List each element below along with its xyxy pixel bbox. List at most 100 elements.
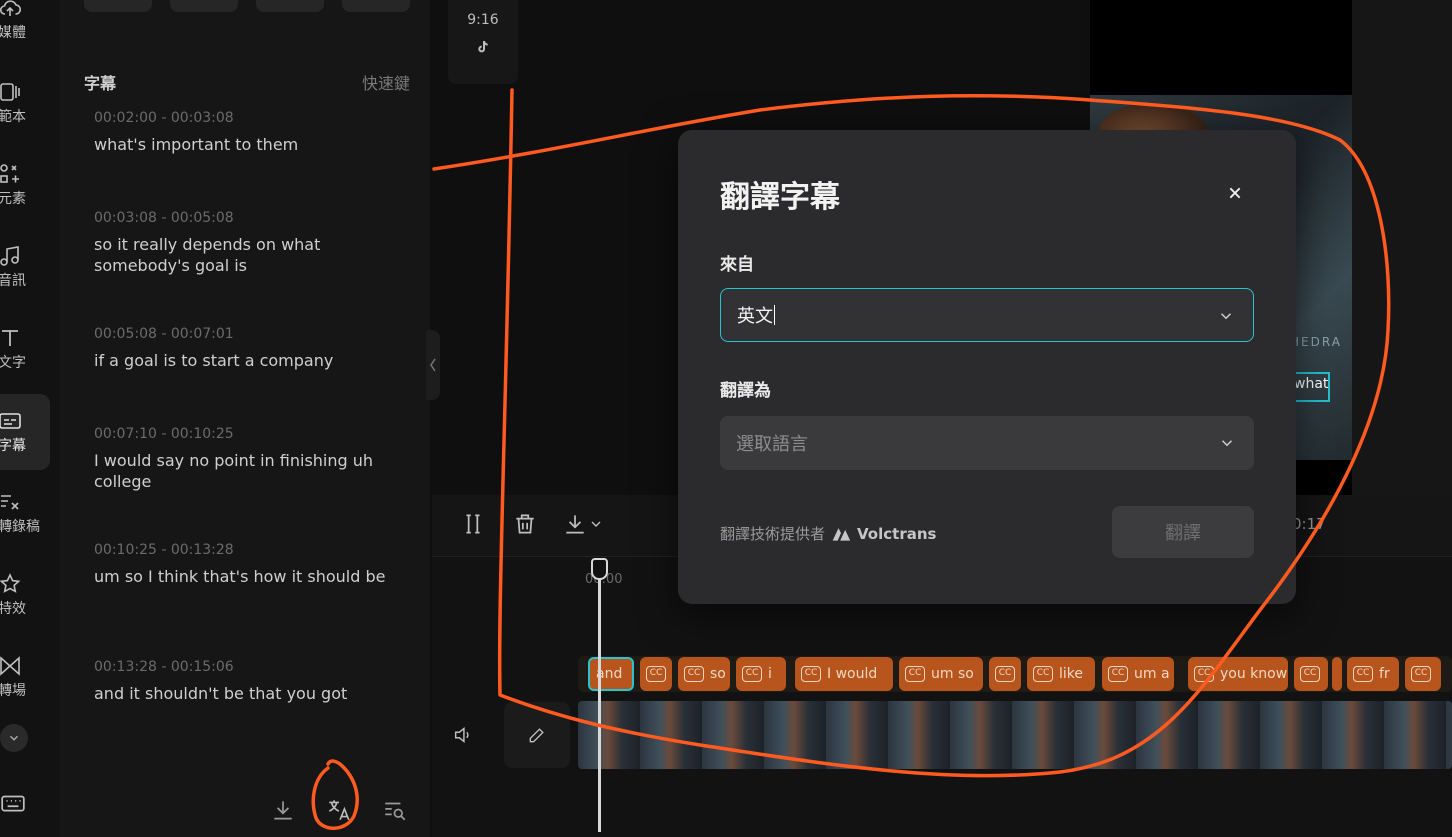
panel-bottom-actions: [270, 797, 408, 823]
rail-label: 字幕: [0, 438, 26, 454]
caption-clip[interactable]: CC I would: [795, 657, 893, 691]
rail-item-captions[interactable]: 字幕: [0, 394, 50, 470]
translate-button[interactable]: 翻譯: [1112, 506, 1254, 558]
caption-text[interactable]: if a goal is to start a company: [94, 350, 414, 371]
caption-item[interactable]: 00:07:10 - 00:10:25 I would say no point…: [94, 426, 414, 492]
template-icon: [0, 83, 20, 101]
caption-text[interactable]: what's important to them: [94, 134, 414, 155]
cc-icon: CC: [1300, 666, 1320, 682]
rail-item-text[interactable]: 文字: [0, 318, 50, 380]
panel-top-button[interactable]: [342, 0, 410, 12]
panel-top-button[interactable]: [84, 0, 152, 12]
cc-icon: CC: [801, 666, 821, 682]
from-label: 來自: [720, 255, 754, 275]
chevron-down-icon: [1221, 440, 1233, 447]
rail-item-effects[interactable]: 特效: [0, 564, 50, 626]
cc-icon: CC: [1194, 666, 1214, 682]
caption-clip[interactable]: CC um so: [899, 657, 983, 691]
rail-item-media[interactable]: 媒體: [0, 0, 50, 50]
caption-item[interactable]: 00:10:25 - 00:13:28 um so I think that's…: [94, 542, 414, 587]
target-language-select[interactable]: 選取語言: [720, 416, 1254, 470]
caption-clip[interactable]: CC: [989, 657, 1021, 691]
delete-icon[interactable]: [512, 511, 538, 537]
panel-collapse-handle[interactable]: [426, 330, 440, 400]
split-icon[interactable]: [460, 511, 486, 537]
track-edit-button[interactable]: [504, 702, 570, 768]
effects-star-icon: [0, 573, 21, 593]
rail-more-button[interactable]: [0, 724, 28, 752]
rail-item-templates[interactable]: 範本: [0, 72, 50, 134]
to-label: 翻譯為: [720, 381, 771, 401]
caption-clip[interactable]: CC so: [678, 657, 730, 691]
captions-icon: [0, 413, 21, 429]
clip-label: I would: [827, 666, 878, 682]
provider-name: Volctrans: [857, 524, 937, 543]
rail-label: 音訊: [0, 273, 26, 289]
search-list-icon[interactable]: [382, 797, 408, 823]
elements-icon: [0, 164, 19, 183]
keyboard-icon[interactable]: [0, 790, 26, 816]
close-button[interactable]: [1222, 180, 1248, 206]
panel-top-button[interactable]: [170, 0, 238, 12]
playhead[interactable]: [598, 560, 601, 832]
clip-label: you know: [1220, 666, 1288, 682]
shortcuts-link[interactable]: 快速鍵: [362, 70, 410, 94]
rail-item-transitions[interactable]: 轉場: [0, 646, 50, 708]
caption-item[interactable]: 00:02:00 - 00:03:08 what's important to …: [94, 110, 414, 155]
cloud-upload-icon: [0, 0, 22, 16]
caption-time: 00:05:08 - 00:07:01: [94, 326, 234, 342]
download-icon[interactable]: [562, 511, 588, 537]
preview-watermark: HEDRA: [1290, 335, 1342, 349]
source-language-value: 英文: [737, 306, 773, 327]
rail-label: 媒體: [0, 25, 26, 41]
caption-text[interactable]: I would say no point in finishing uh col…: [94, 450, 414, 492]
caption-item[interactable]: 00:03:08 - 00:05:08 so it really depends…: [94, 210, 414, 276]
clip-label: um so: [931, 666, 974, 682]
caption-clip[interactable]: CC: [640, 657, 672, 691]
pencil-icon: [529, 728, 544, 743]
playhead-handle[interactable]: [591, 558, 608, 580]
rail-label: 文字: [0, 355, 26, 371]
caption-clip[interactable]: [1332, 657, 1342, 691]
clip-label: so: [710, 666, 726, 682]
caption-clip[interactable]: CCand: [588, 657, 634, 691]
rail-item-transcript[interactable]: 轉錄稿: [0, 482, 50, 544]
caption-clip[interactable]: CC: [1294, 657, 1328, 691]
caption-text[interactable]: and it shouldn't be that you got: [94, 683, 414, 704]
rail-item-audio[interactable]: 音訊: [0, 236, 50, 298]
source-language-select[interactable]: 英文: [720, 288, 1254, 342]
caption-item[interactable]: 00:05:08 - 00:07:01 if a goal is to star…: [94, 326, 414, 371]
speaker-icon: [454, 727, 469, 743]
volctrans-logo-icon: [832, 527, 851, 541]
caption-clip[interactable]: CC: [1405, 657, 1441, 691]
chevron-down-icon: [10, 735, 18, 741]
caption-clip[interactable]: CC fr: [1347, 657, 1399, 691]
timecode: 0:17: [1292, 515, 1326, 533]
rail-item-elements[interactable]: 元素: [0, 154, 50, 216]
cc-icon: CC: [905, 666, 925, 682]
captions-panel: 字幕 快速鍵 00:02:00 - 00:03:08 what's import…: [60, 0, 430, 837]
caption-clip[interactable]: CC you know: [1188, 657, 1288, 691]
caption-time: 00:13:28 - 00:15:06: [94, 659, 234, 675]
caption-clip[interactable]: CC i: [736, 657, 786, 691]
cc-icon: CC: [1033, 666, 1053, 682]
right-panel: [1352, 0, 1452, 495]
caption-text[interactable]: so it really depends on what somebody's …: [94, 234, 414, 276]
preview-caption-box[interactable]: what: [1290, 372, 1330, 402]
music-note-icon: [0, 246, 19, 266]
caption-item[interactable]: 00:13:28 - 00:15:06 and it shouldn't be …: [94, 659, 414, 704]
caption-clip[interactable]: CC like: [1027, 657, 1095, 691]
panel-top-button[interactable]: [256, 0, 324, 12]
aspect-ratio-selector[interactable]: 9:16: [448, 0, 518, 84]
chevron-down-icon[interactable]: [588, 511, 604, 537]
caption-clip[interactable]: CC um a: [1102, 657, 1174, 691]
caption-text[interactable]: um so I think that's how it should be: [94, 566, 414, 587]
translate-icon[interactable]: [326, 797, 352, 823]
rail-label: 特效: [0, 601, 26, 617]
video-track[interactable]: [578, 701, 1452, 769]
caption-time: 00:07:10 - 00:10:25: [94, 426, 234, 442]
left-rail: 媒體 範本 元素 音訊 文字 字幕 轉錄稿 特效 轉場: [0, 0, 60, 837]
track-mute-button[interactable]: [430, 702, 496, 768]
download-icon[interactable]: [270, 797, 296, 823]
chevron-down-icon: [1220, 313, 1232, 320]
